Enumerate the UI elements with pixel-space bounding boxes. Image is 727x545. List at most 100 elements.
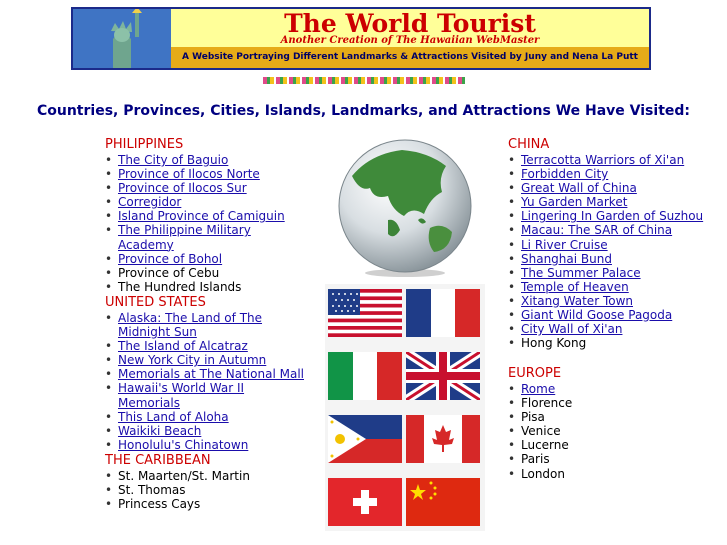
link-macau[interactable]: Macau: The SAR of China: [521, 223, 672, 237]
list-item: Florence: [508, 396, 718, 410]
site-tagline: A Website Portraying Different Landmarks…: [171, 47, 649, 68]
list-item[interactable]: Memorials at The National Mall: [105, 367, 305, 381]
list-item[interactable]: Corregidor: [105, 195, 305, 209]
list-item[interactable]: Rome: [508, 382, 718, 396]
text-lucerne: Lucerne: [521, 438, 569, 453]
list-item[interactable]: This Land of Aloha: [105, 410, 305, 424]
list-item[interactable]: Island Province of Camiguin: [105, 209, 305, 223]
link-summer-palace[interactable]: The Summer Palace: [521, 266, 641, 280]
link-terracotta[interactable]: Terracotta Warriors of Xi'an: [521, 153, 684, 167]
text-st-thomas: St. Thomas: [118, 483, 186, 498]
france-flag-image: [406, 289, 480, 337]
link-nyc-autumn[interactable]: New York City in Autumn: [118, 353, 266, 367]
link-bohol[interactable]: Province of Bohol: [118, 252, 222, 266]
link-wild-goose-pagoda[interactable]: Giant Wild Goose Pagoda: [521, 308, 672, 322]
text-paris: Paris: [521, 452, 550, 467]
china-flag-image: [406, 478, 480, 526]
list-item[interactable]: City Wall of Xi'an: [508, 322, 718, 336]
list-item[interactable]: Province of Bohol: [105, 252, 305, 266]
link-li-river[interactable]: Li River Cruise: [521, 238, 608, 252]
list-item[interactable]: Li River Cruise: [508, 238, 718, 252]
decorative-divider: [263, 77, 465, 84]
text-princess-cays: Princess Cays: [118, 497, 201, 512]
list-item: Pisa: [508, 410, 718, 424]
text-venice: Venice: [521, 424, 561, 439]
text-london: London: [521, 466, 565, 481]
list-item[interactable]: The Philippine Military Academy: [105, 223, 305, 251]
link-land-of-aloha[interactable]: This Land of Aloha: [118, 410, 229, 424]
link-camiguin[interactable]: Island Province of Camiguin: [118, 209, 285, 223]
link-suzhou[interactable]: Lingering In Garden of Suzhou: [521, 209, 703, 223]
link-great-wall[interactable]: Great Wall of China: [521, 181, 637, 195]
list-item[interactable]: Temple of Heaven: [508, 280, 718, 294]
list-item: Venice: [508, 424, 718, 438]
link-temple-of-heaven[interactable]: Temple of Heaven: [521, 280, 629, 294]
list-item: Lucerne: [508, 438, 718, 452]
link-xitang[interactable]: Xitang Water Town: [521, 294, 633, 308]
list-item[interactable]: Province of Ilocos Norte: [105, 167, 305, 181]
list-item[interactable]: Yu Garden Market: [508, 195, 718, 209]
uk-flag-image: [406, 352, 480, 400]
link-hawaii-ww2[interactable]: Hawaii's World War II Memorials: [118, 381, 244, 409]
section-title-philippines: PHILIPPINES: [105, 137, 184, 152]
link-chinatown[interactable]: Honolulu's Chinatown: [118, 438, 248, 452]
list-item[interactable]: The Island of Alcatraz: [105, 339, 305, 353]
link-forbidden-city[interactable]: Forbidden City: [521, 167, 608, 181]
text-florence: Florence: [521, 396, 573, 411]
link-baguio[interactable]: The City of Baguio: [118, 153, 228, 167]
section-title-caribbean: THE CARIBBEAN: [105, 453, 211, 468]
link-corregidor[interactable]: Corregidor: [118, 195, 181, 209]
list-item[interactable]: Honolulu's Chinatown: [105, 438, 305, 452]
list-item[interactable]: Macau: The SAR of China: [508, 223, 718, 237]
list-item[interactable]: Forbidden City: [508, 167, 718, 181]
europe-list: Rome Florence Pisa Venice Lucerne Paris …: [508, 382, 718, 481]
list-item[interactable]: The City of Baguio: [105, 153, 305, 167]
site-title: The World Tourist: [284, 9, 536, 38]
list-item[interactable]: Terracotta Warriors of Xi'an: [508, 153, 718, 167]
globe-image: [330, 136, 479, 277]
list-item[interactable]: Hawaii's World War II Memorials: [105, 381, 305, 409]
list-item[interactable]: Giant Wild Goose Pagoda: [508, 308, 718, 322]
link-yu-garden[interactable]: Yu Garden Market: [521, 195, 627, 209]
site-banner: The World Tourist Another Creation of Th…: [71, 7, 651, 70]
list-item[interactable]: Waikiki Beach: [105, 424, 305, 438]
list-item: Hong Kong: [508, 336, 718, 350]
link-national-mall[interactable]: Memorials at The National Mall: [118, 367, 304, 381]
list-item[interactable]: Xitang Water Town: [508, 294, 718, 308]
list-item: Province of Cebu: [105, 266, 305, 280]
link-alaska[interactable]: Alaska: The Land of The Midnight Sun: [118, 311, 262, 339]
list-item[interactable]: Great Wall of China: [508, 181, 718, 195]
text-pisa: Pisa: [521, 410, 545, 425]
list-item[interactable]: Province of Ilocos Sur: [105, 181, 305, 195]
list-item: St. Thomas: [105, 483, 305, 497]
list-item: The Hundred Islands: [105, 280, 305, 294]
section-title-united-states: UNITED STATES: [105, 295, 206, 310]
list-item: St. Maarten/St. Martin: [105, 469, 305, 483]
link-pma[interactable]: The Philippine Military Academy: [118, 223, 251, 251]
link-alcatraz[interactable]: The Island of Alcatraz: [118, 339, 248, 353]
link-shanghai-bund[interactable]: Shanghai Bund: [521, 252, 612, 266]
section-title-china: CHINA: [508, 137, 550, 152]
link-rome[interactable]: Rome: [521, 382, 555, 396]
china-list: Terracotta Warriors of Xi'an Forbidden C…: [508, 153, 718, 350]
list-item[interactable]: Lingering In Garden of Suzhou: [508, 209, 718, 223]
link-ilocos-norte[interactable]: Province of Ilocos Norte: [118, 167, 260, 181]
text-cebu: Province of Cebu: [118, 265, 220, 280]
list-item[interactable]: The Summer Palace: [508, 266, 718, 280]
switzerland-flag-image: [328, 478, 402, 526]
text-st-maarten: St. Maarten/St. Martin: [118, 469, 250, 483]
section-title-europe: EUROPE: [508, 366, 562, 381]
list-item[interactable]: Alaska: The Land of The Midnight Sun: [105, 311, 305, 339]
list-item[interactable]: Shanghai Bund: [508, 252, 718, 266]
list-item: London: [508, 467, 718, 481]
caribbean-list: St. Maarten/St. Martin St. Thomas Prince…: [105, 469, 305, 511]
link-waikiki[interactable]: Waikiki Beach: [118, 424, 201, 438]
list-item[interactable]: New York City in Autumn: [105, 353, 305, 367]
link-city-wall-xian[interactable]: City Wall of Xi'an: [521, 322, 622, 336]
statue-of-liberty-image: [73, 9, 171, 68]
flags-panel: [325, 284, 485, 531]
united-states-list: Alaska: The Land of The Midnight Sun The…: [105, 311, 305, 452]
banner-title-area: The World Tourist Another Creation of Th…: [171, 9, 649, 47]
usa-flag-image: [328, 289, 402, 337]
link-ilocos-sur[interactable]: Province of Ilocos Sur: [118, 181, 247, 195]
